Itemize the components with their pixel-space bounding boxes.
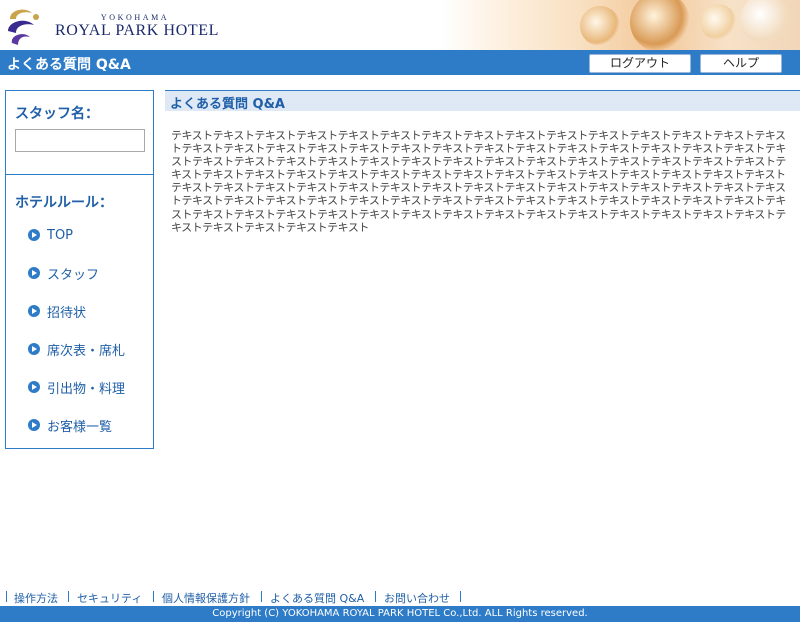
arrow-circle-icon: [28, 267, 40, 279]
sidebar-item-label: 引出物・料理: [47, 381, 126, 397]
staff-section: スタッフ名：: [6, 91, 153, 175]
site-header: YOKOHAMA ROYAL PARK HOTEL: [0, 0, 800, 50]
page-title: よくある質問 Q&A: [7, 57, 131, 73]
arrow-circle-icon: [28, 305, 40, 317]
footer-links: 操作方法 セキュリティ 個人情報保護方針 よくある質問 Q&A お問い合わせ: [0, 589, 800, 605]
sidebar-item-label: 招待状: [47, 305, 87, 321]
sidebar: スタッフ名： ホテルルール： TOP スタッフ 招待状 席次表・席札 引出物・料…: [5, 90, 154, 449]
hotel-logo-icon: [8, 9, 39, 45]
content-body-text: テキストテキストテキストテキストテキストテキストテキストテキストテキストテキスト…: [171, 129, 786, 234]
sidebar-item-top[interactable]: TOP: [28, 226, 73, 244]
sidebar-item-label: お客様一覧: [47, 419, 113, 435]
sidebar-item-label: スタッフ: [47, 267, 100, 283]
sidebar-item-seating[interactable]: 席次表・席札: [28, 340, 126, 359]
footer-link-security[interactable]: セキュリティ: [77, 590, 142, 606]
footer-separator: [153, 591, 154, 602]
sidebar-item-invitation[interactable]: 招待状: [28, 302, 87, 321]
content-heading: よくある質問 Q&A: [170, 97, 285, 112]
brand-big-text: ROYAL PARK HOTEL: [55, 22, 219, 39]
title-bar: よくある質問 Q&A ログアウト ヘルプ: [0, 50, 800, 75]
help-button[interactable]: ヘルプ: [700, 54, 782, 73]
hotel-rules-label: ホテルルール：: [15, 195, 113, 211]
sidebar-item-label: TOP: [47, 227, 74, 243]
sidebar-item-guest-list[interactable]: お客様一覧: [28, 416, 113, 435]
arrow-circle-icon: [28, 381, 40, 393]
content-heading-bar: よくある質問 Q&A: [165, 90, 800, 112]
staff-label: スタッフ名：: [15, 106, 99, 122]
footer-link-contact[interactable]: お問い合わせ: [384, 590, 450, 606]
footer-separator: [68, 591, 69, 602]
footer-separator: [6, 591, 7, 602]
copyright-bar: Copyright (C) YOKOHAMA ROYAL PARK HOTEL …: [0, 606, 800, 622]
footer-link-privacy[interactable]: 個人情報保護方針: [162, 590, 250, 606]
footer-link-manual[interactable]: 操作方法: [14, 590, 58, 606]
footer-separator: [261, 591, 262, 602]
brand-small-text: YOKOHAMA: [100, 13, 170, 22]
logout-button[interactable]: ログアウト: [589, 54, 691, 73]
staff-name-input[interactable]: [15, 129, 145, 152]
sidebar-item-label: 席次表・席札: [47, 343, 126, 359]
footer-separator: [375, 591, 376, 602]
sidebar-item-staff[interactable]: スタッフ: [28, 264, 100, 283]
arrow-circle-icon: [28, 419, 40, 431]
arrow-circle-icon: [28, 229, 40, 241]
header-hero-image: [440, 0, 800, 50]
footer-separator: [460, 591, 461, 602]
footer-link-faq[interactable]: よくある質問 Q&A: [270, 590, 364, 606]
arrow-circle-icon: [28, 343, 40, 355]
sidebar-item-gifts-cuisine[interactable]: 引出物・料理: [28, 378, 126, 397]
